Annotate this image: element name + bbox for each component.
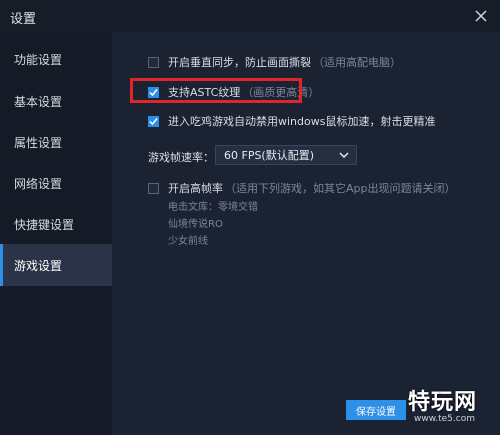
sidebar: 功能设置 基本设置 属性设置 网络设置 快捷键设置 游戏设置	[0, 32, 112, 435]
high-framerate-hint: （适用下列游戏，如其它App出现问题请关闭）	[225, 182, 456, 195]
framerate-select[interactable]: 60 FPS(默认配置)	[215, 145, 357, 165]
sidebar-item-basic[interactable]: 基本设置	[0, 80, 112, 122]
game-list-item: 少女前线	[168, 236, 208, 247]
chevron-down-icon	[338, 149, 350, 164]
close-icon[interactable]	[470, 5, 492, 27]
astc-label: 支持ASTC纹理	[168, 86, 241, 99]
mouse-accel-option: 进入吃鸡游戏自动禁用windows鼠标加速，射击更精准	[148, 113, 435, 129]
title-bar: 设置	[0, 0, 500, 32]
astc-hint: （画质更高清）	[242, 86, 320, 99]
vsync-hint: （适用高配电脑）	[313, 56, 401, 69]
mouse-accel-checkbox[interactable]	[148, 115, 159, 127]
vsync-option: 开启垂直同步，防止画面撕裂 （适用高配电脑）	[148, 54, 401, 70]
sidebar-item-shortcuts[interactable]: 快捷键设置	[0, 203, 112, 245]
save-button[interactable]: 保存设置	[346, 400, 406, 420]
check-icon	[149, 117, 158, 125]
mouse-accel-label: 进入吃鸡游戏自动禁用windows鼠标加速，射击更精准	[168, 115, 436, 128]
sidebar-item-properties[interactable]: 属性设置	[0, 121, 112, 163]
high-framerate-label: 开启高帧率	[168, 182, 223, 195]
sidebar-item-network[interactable]: 网络设置	[0, 162, 112, 204]
high-framerate-checkbox[interactable]	[148, 182, 159, 194]
window-title: 设置	[10, 12, 37, 27]
sidebar-item-function[interactable]: 功能设置	[0, 38, 112, 80]
game-list-item: 仙境传说RO	[168, 219, 223, 230]
framerate-label: 游戏帧速率：	[148, 151, 214, 164]
astc-checkbox[interactable]	[148, 86, 159, 98]
sidebar-item-game[interactable]: 游戏设置	[0, 244, 112, 286]
vsync-label: 开启垂直同步，防止画面撕裂	[168, 56, 311, 69]
game-list-item: 电击文库：零境交错	[168, 202, 258, 213]
framerate-value: 60 FPS(默认配置)	[224, 149, 315, 162]
vsync-checkbox[interactable]	[148, 56, 159, 68]
check-icon	[149, 88, 158, 96]
astc-option: 支持ASTC纹理 （画质更高清）	[148, 84, 319, 100]
high-framerate-option: 开启高帧率 （适用下列游戏，如其它App出现问题请关闭）	[148, 180, 456, 196]
